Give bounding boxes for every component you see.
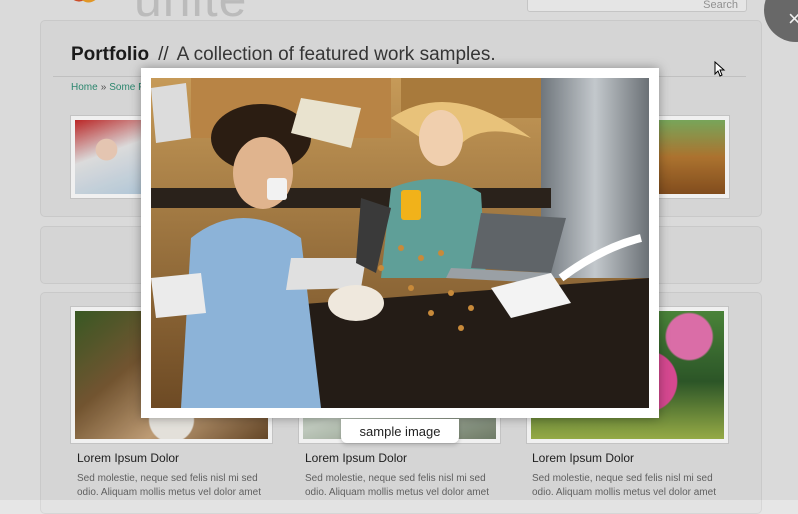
lightbox (141, 68, 659, 418)
lightbox-image[interactable] (151, 78, 649, 408)
mouse-cursor-icon (714, 61, 726, 77)
lightbox-caption: sample image (341, 419, 459, 443)
